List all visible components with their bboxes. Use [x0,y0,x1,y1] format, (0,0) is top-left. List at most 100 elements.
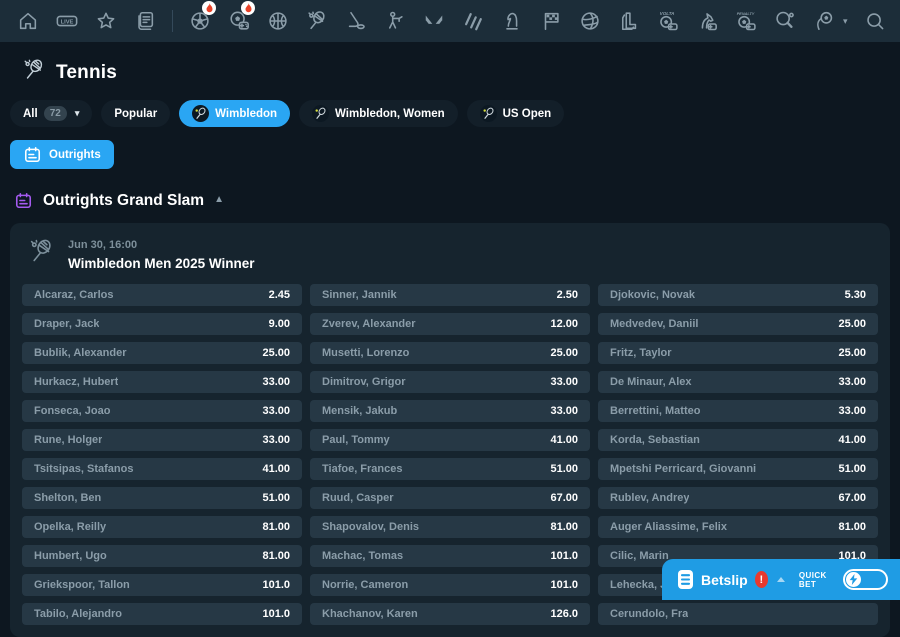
outcome-cell[interactable]: Djokovic, Novak5.30 [598,284,878,306]
outcome-odds: 9.00 [269,318,290,330]
outcome-name: Cerundolo, Fra [610,608,688,620]
penalty-football-icon[interactable]: PENALTY [734,9,758,33]
outcome-cell[interactable]: Zverev, Alexander12.00 [310,313,590,335]
outcome-name: Ruud, Casper [322,492,394,504]
outcome-odds: 33.00 [262,376,290,388]
outcome-cell[interactable]: Mpetshi Perricard, Giovanni51.00 [598,458,878,480]
outcome-odds: 81.00 [838,521,866,533]
outcome-cell[interactable]: De Minaur, Alex33.00 [598,371,878,393]
table-tennis-icon[interactable] [773,9,797,33]
outcome-name: Medvedev, Daniil [610,318,698,330]
outcome-cell[interactable]: Tabilo, Alejandro 101.0 [22,603,302,625]
racing-flag-icon[interactable] [539,9,563,33]
filter-chip-wimbledon[interactable]: Wimbledon [179,100,290,127]
chess-icon[interactable] [500,9,524,33]
outcome-odds: 33.00 [550,376,578,388]
outcome-cell[interactable]: Shapovalov, Denis81.00 [310,516,590,538]
collapse-caret-icon[interactable]: ▲ [214,194,224,205]
favorites-star-icon[interactable] [94,9,118,33]
outcome-cell[interactable]: Bublik, Alexander25.00 [22,342,302,364]
volta-football-icon[interactable]: VOLTA [656,9,680,33]
outcome-cell[interactable]: Alcaraz, Carlos2.45 [22,284,302,306]
tennis-racquet-icon [28,238,55,270]
tennis-icon[interactable] [305,9,329,33]
outcome-cell[interactable]: Paul, Tommy41.00 [310,429,590,451]
outcome-cell[interactable]: Hurkacz, Hubert33.00 [22,371,302,393]
quick-bet-toggle[interactable] [843,569,888,590]
outcome-cell[interactable]: Medvedev, Daniil 25.00 [598,313,878,335]
more-sports-caret-icon[interactable]: ▾ [843,16,848,27]
filter-chips: All72▾ Popular Wimbledon Wimbledon, Women US… [10,100,900,127]
valorant-icon[interactable] [422,9,446,33]
ice-hockey-icon[interactable] [344,9,368,33]
outcome-cell[interactable]: Khachanov, Karen126.0 [310,603,590,625]
outcome-cell[interactable]: Rublev, Andrey67.00 [598,487,878,509]
outcome-cell[interactable]: Fonseca, Joao33.00 [22,400,302,422]
outcome-name: Mensik, Jakub [322,405,397,417]
outcome-odds: 101.0 [262,608,290,620]
chip-label: Wimbledon [215,108,277,120]
outcome-cell[interactable]: Korda, Sebastian41.00 [598,429,878,451]
home-icon[interactable] [16,9,40,33]
outrights-button[interactable]: Outrights [10,140,114,169]
outcome-cell[interactable]: Auger Aliassime, Felix81.00 [598,516,878,538]
tournament-badge-icon [192,105,209,122]
outcome-cell[interactable]: Fritz, Taylor25.00 [598,342,878,364]
nav-divider [172,10,173,32]
volleyball-icon[interactable] [578,9,602,33]
outcome-odds: 12.00 [550,318,578,330]
outcome-name: Shapovalov, Denis [322,521,419,533]
filter-chip-all[interactable]: All72▾ [10,100,92,127]
outcome-cell[interactable]: Shelton, Ben51.00 [22,487,302,509]
outcome-cell[interactable]: Tsitsipas, Stafanos41.00 [22,458,302,480]
news-icon[interactable] [133,9,157,33]
chevron-down-icon: ▾ [75,108,80,119]
outcome-cell[interactable]: Norrie, Cameron101.0 [310,574,590,596]
betslip-expand-caret-icon[interactable] [777,577,785,582]
counter-strike-icon[interactable] [383,9,407,33]
outcome-cell[interactable]: Mensik, Jakub33.00 [310,400,590,422]
horse-racing-icon[interactable] [695,9,719,33]
outcome-cell[interactable]: Dimitrov, Grigor33.00 [310,371,590,393]
outcome-name: Tabilo, Alejandro [34,608,122,620]
league-of-legends-icon[interactable] [617,9,641,33]
outcome-name: De Minaur, Alex [610,376,692,388]
outcome-cell[interactable]: Ruud, Casper 67.00 [310,487,590,509]
soccer-icon[interactable] [188,9,212,33]
svg-text:PENALTY: PENALTY [737,12,755,16]
outcome-odds: 67.00 [550,492,578,504]
esoccer-icon[interactable] [227,9,251,33]
outcome-odds: 25.00 [838,318,866,330]
hot-fire-icon [241,1,255,15]
outcome-cell[interactable]: Musetti, Lorenzo25.00 [310,342,590,364]
outcome-cell[interactable]: Berrettini, Matteo33.00 [598,400,878,422]
outcome-name: Norrie, Cameron [322,579,408,591]
outcome-cell[interactable]: Tiafoe, Frances51.00 [310,458,590,480]
outcome-cell[interactable]: Humbert, Ugo81.00 [22,545,302,567]
event-title: Wimbledon Men 2025 Winner [68,256,255,271]
filter-chip-wimbledon-women[interactable]: Wimbledon, Women [299,100,458,127]
filter-chip-popular[interactable]: Popular [101,100,170,127]
section-header[interactable]: Outrights Grand Slam ▲ [14,191,900,210]
outcome-name: Cilic, Marin [610,550,669,562]
search-icon[interactable] [863,9,887,33]
outcome-cell[interactable]: Rune, Holger33.00 [22,429,302,451]
outcome-odds: 81.00 [262,550,290,562]
betslip-bar[interactable]: Betslip ! QUICK BET [662,559,900,600]
outcome-cell[interactable]: Machac, Tomas101.0 [310,545,590,567]
outcome-cell[interactable]: Cerundolo, Fra [598,603,878,625]
live-icon[interactable]: LIVE [55,9,79,33]
calendar-icon [23,145,42,164]
handball-icon[interactable] [812,9,836,33]
outcome-name: Fritz, Taylor [610,347,672,359]
shuriken-icon[interactable] [461,9,485,33]
betslip-label: Betslip [701,572,748,588]
filter-chip-us-open[interactable]: US Open [467,100,565,127]
outcome-cell[interactable]: Opelka, Reilly81.00 [22,516,302,538]
outcome-name: Sinner, Jannik [322,289,397,301]
outcome-cell[interactable]: Sinner, Jannik2.50 [310,284,590,306]
outcome-cell[interactable]: Draper, Jack9.00 [22,313,302,335]
basketball-icon[interactable] [266,9,290,33]
outcome-odds: 101.0 [550,550,578,562]
outcome-cell[interactable]: Griekspoor, Tallon101.0 [22,574,302,596]
